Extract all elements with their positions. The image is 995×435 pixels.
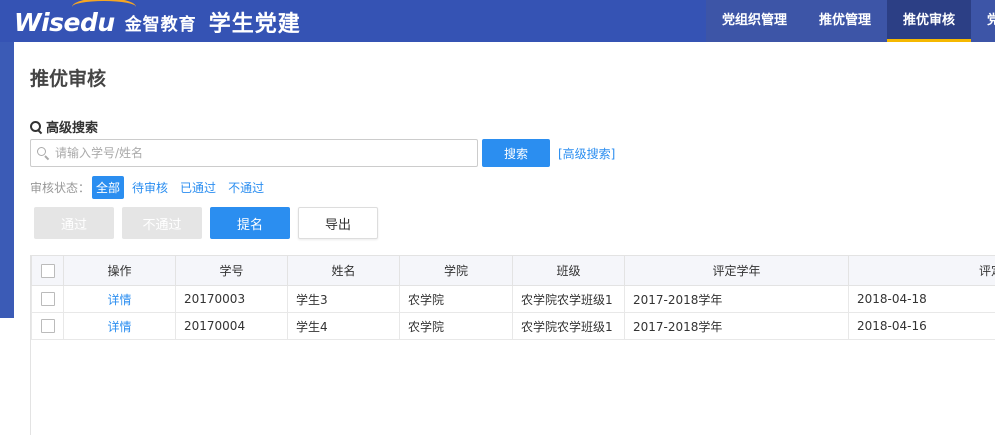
- cell-year: 2017-2018学年: [624, 285, 849, 313]
- nav-item-recommend-manage[interactable]: 推优管理: [803, 0, 887, 42]
- cell-name: 学生3: [287, 285, 400, 313]
- col-header-date: 评定日期: [848, 255, 995, 286]
- cell-date: 2018-04-16: [848, 312, 995, 340]
- cell-class: 农学院农学班级1: [512, 312, 625, 340]
- table-row: 详情 20170004 学生4 农学院 农学院农学班级1 2017-2018学年…: [31, 312, 995, 340]
- cell-date: 2018-04-18: [848, 285, 995, 313]
- advanced-search-title: 高级搜索: [30, 117, 98, 136]
- top-header: Wisedu 金智教育 学生党建 党组织管理 推优管理 推优审核 党: [0, 0, 995, 42]
- select-all-cell: [31, 255, 64, 286]
- select-all-checkbox[interactable]: [40, 263, 55, 278]
- detail-link[interactable]: 详情: [107, 320, 131, 334]
- review-table: 操作 学号 姓名 学院 班级 评定学年 评定日期 详情 20170003 学生3…: [31, 255, 995, 340]
- cell-college: 农学院: [399, 312, 513, 340]
- row-checkbox[interactable]: [40, 319, 55, 334]
- row-select-cell: [31, 285, 64, 313]
- col-header-class: 班级: [512, 255, 625, 286]
- search-input[interactable]: [55, 146, 455, 160]
- cell-student-id: 20170003: [175, 285, 288, 313]
- nav-item-recommend-review[interactable]: 推优审核: [886, 0, 972, 42]
- top-nav: 党组织管理 推优管理 推优审核 党: [705, 0, 995, 42]
- cell-year: 2017-2018学年: [624, 312, 849, 340]
- action-toolbar: 通过 不通过 提名 导出: [34, 207, 378, 239]
- nominate-button[interactable]: 提名: [210, 207, 290, 239]
- page-bg-left-lower: [0, 318, 14, 435]
- col-header-college: 学院: [399, 255, 513, 286]
- col-header-year: 评定学年: [624, 255, 849, 286]
- review-table-container: 操作 学号 姓名 学院 班级 评定学年 评定日期 详情 20170003 学生3…: [30, 255, 995, 435]
- filter-all[interactable]: 全部: [92, 176, 125, 199]
- col-header-student-id: 学号: [175, 255, 288, 286]
- search-icon: [30, 120, 42, 133]
- search-input-icon: [37, 147, 49, 159]
- approve-button[interactable]: 通过: [34, 207, 114, 239]
- filter-rejected[interactable]: 不通过: [224, 176, 268, 199]
- nav-item-party-org[interactable]: 党组织管理: [706, 0, 803, 42]
- advanced-search-link[interactable]: [高级搜索]: [558, 145, 615, 162]
- row-checkbox[interactable]: [40, 292, 55, 307]
- col-header-name: 姓名: [287, 255, 400, 286]
- export-button[interactable]: 导出: [298, 207, 378, 239]
- cell-class: 农学院农学班级1: [512, 285, 625, 313]
- cell-name: 学生4: [287, 312, 400, 340]
- filter-pending[interactable]: 待审核: [128, 176, 172, 199]
- nav-item-more[interactable]: 党: [971, 0, 995, 42]
- search-box: [30, 139, 478, 167]
- cell-college: 农学院: [399, 285, 513, 313]
- search-button[interactable]: 搜索: [482, 139, 550, 167]
- app-title: 学生党建: [208, 12, 301, 37]
- table-row: 详情 20170003 学生3 农学院 农学院农学班级1 2017-2018学年…: [31, 285, 995, 313]
- page-title: 推优审核: [30, 68, 107, 90]
- filter-approved[interactable]: 已通过: [176, 176, 220, 199]
- row-detail-cell: 详情: [63, 312, 176, 340]
- page-bg-left: [0, 42, 14, 318]
- brand: Wisedu 金智教育 学生党建: [14, 0, 301, 38]
- logo-swoosh-icon: [72, 0, 136, 16]
- detail-link[interactable]: 详情: [107, 293, 131, 307]
- table-header-row: 操作 学号 姓名 学院 班级 评定学年 评定日期: [31, 255, 995, 286]
- content-card: 推优审核 高级搜索 搜索 [高级搜索] 审核状态： 全部 待审核 已通过 不通过…: [14, 42, 995, 435]
- filter-label: 审核状态：: [30, 181, 91, 195]
- review-status-filter: 审核状态： 全部 待审核 已通过 不通过: [30, 176, 272, 199]
- advanced-search-label: 高级搜索: [46, 121, 99, 136]
- cell-student-id: 20170004: [175, 312, 288, 340]
- reject-button[interactable]: 不通过: [122, 207, 202, 239]
- row-detail-cell: 详情: [63, 285, 176, 313]
- col-header-action: 操作: [63, 255, 176, 286]
- row-select-cell: [31, 312, 64, 340]
